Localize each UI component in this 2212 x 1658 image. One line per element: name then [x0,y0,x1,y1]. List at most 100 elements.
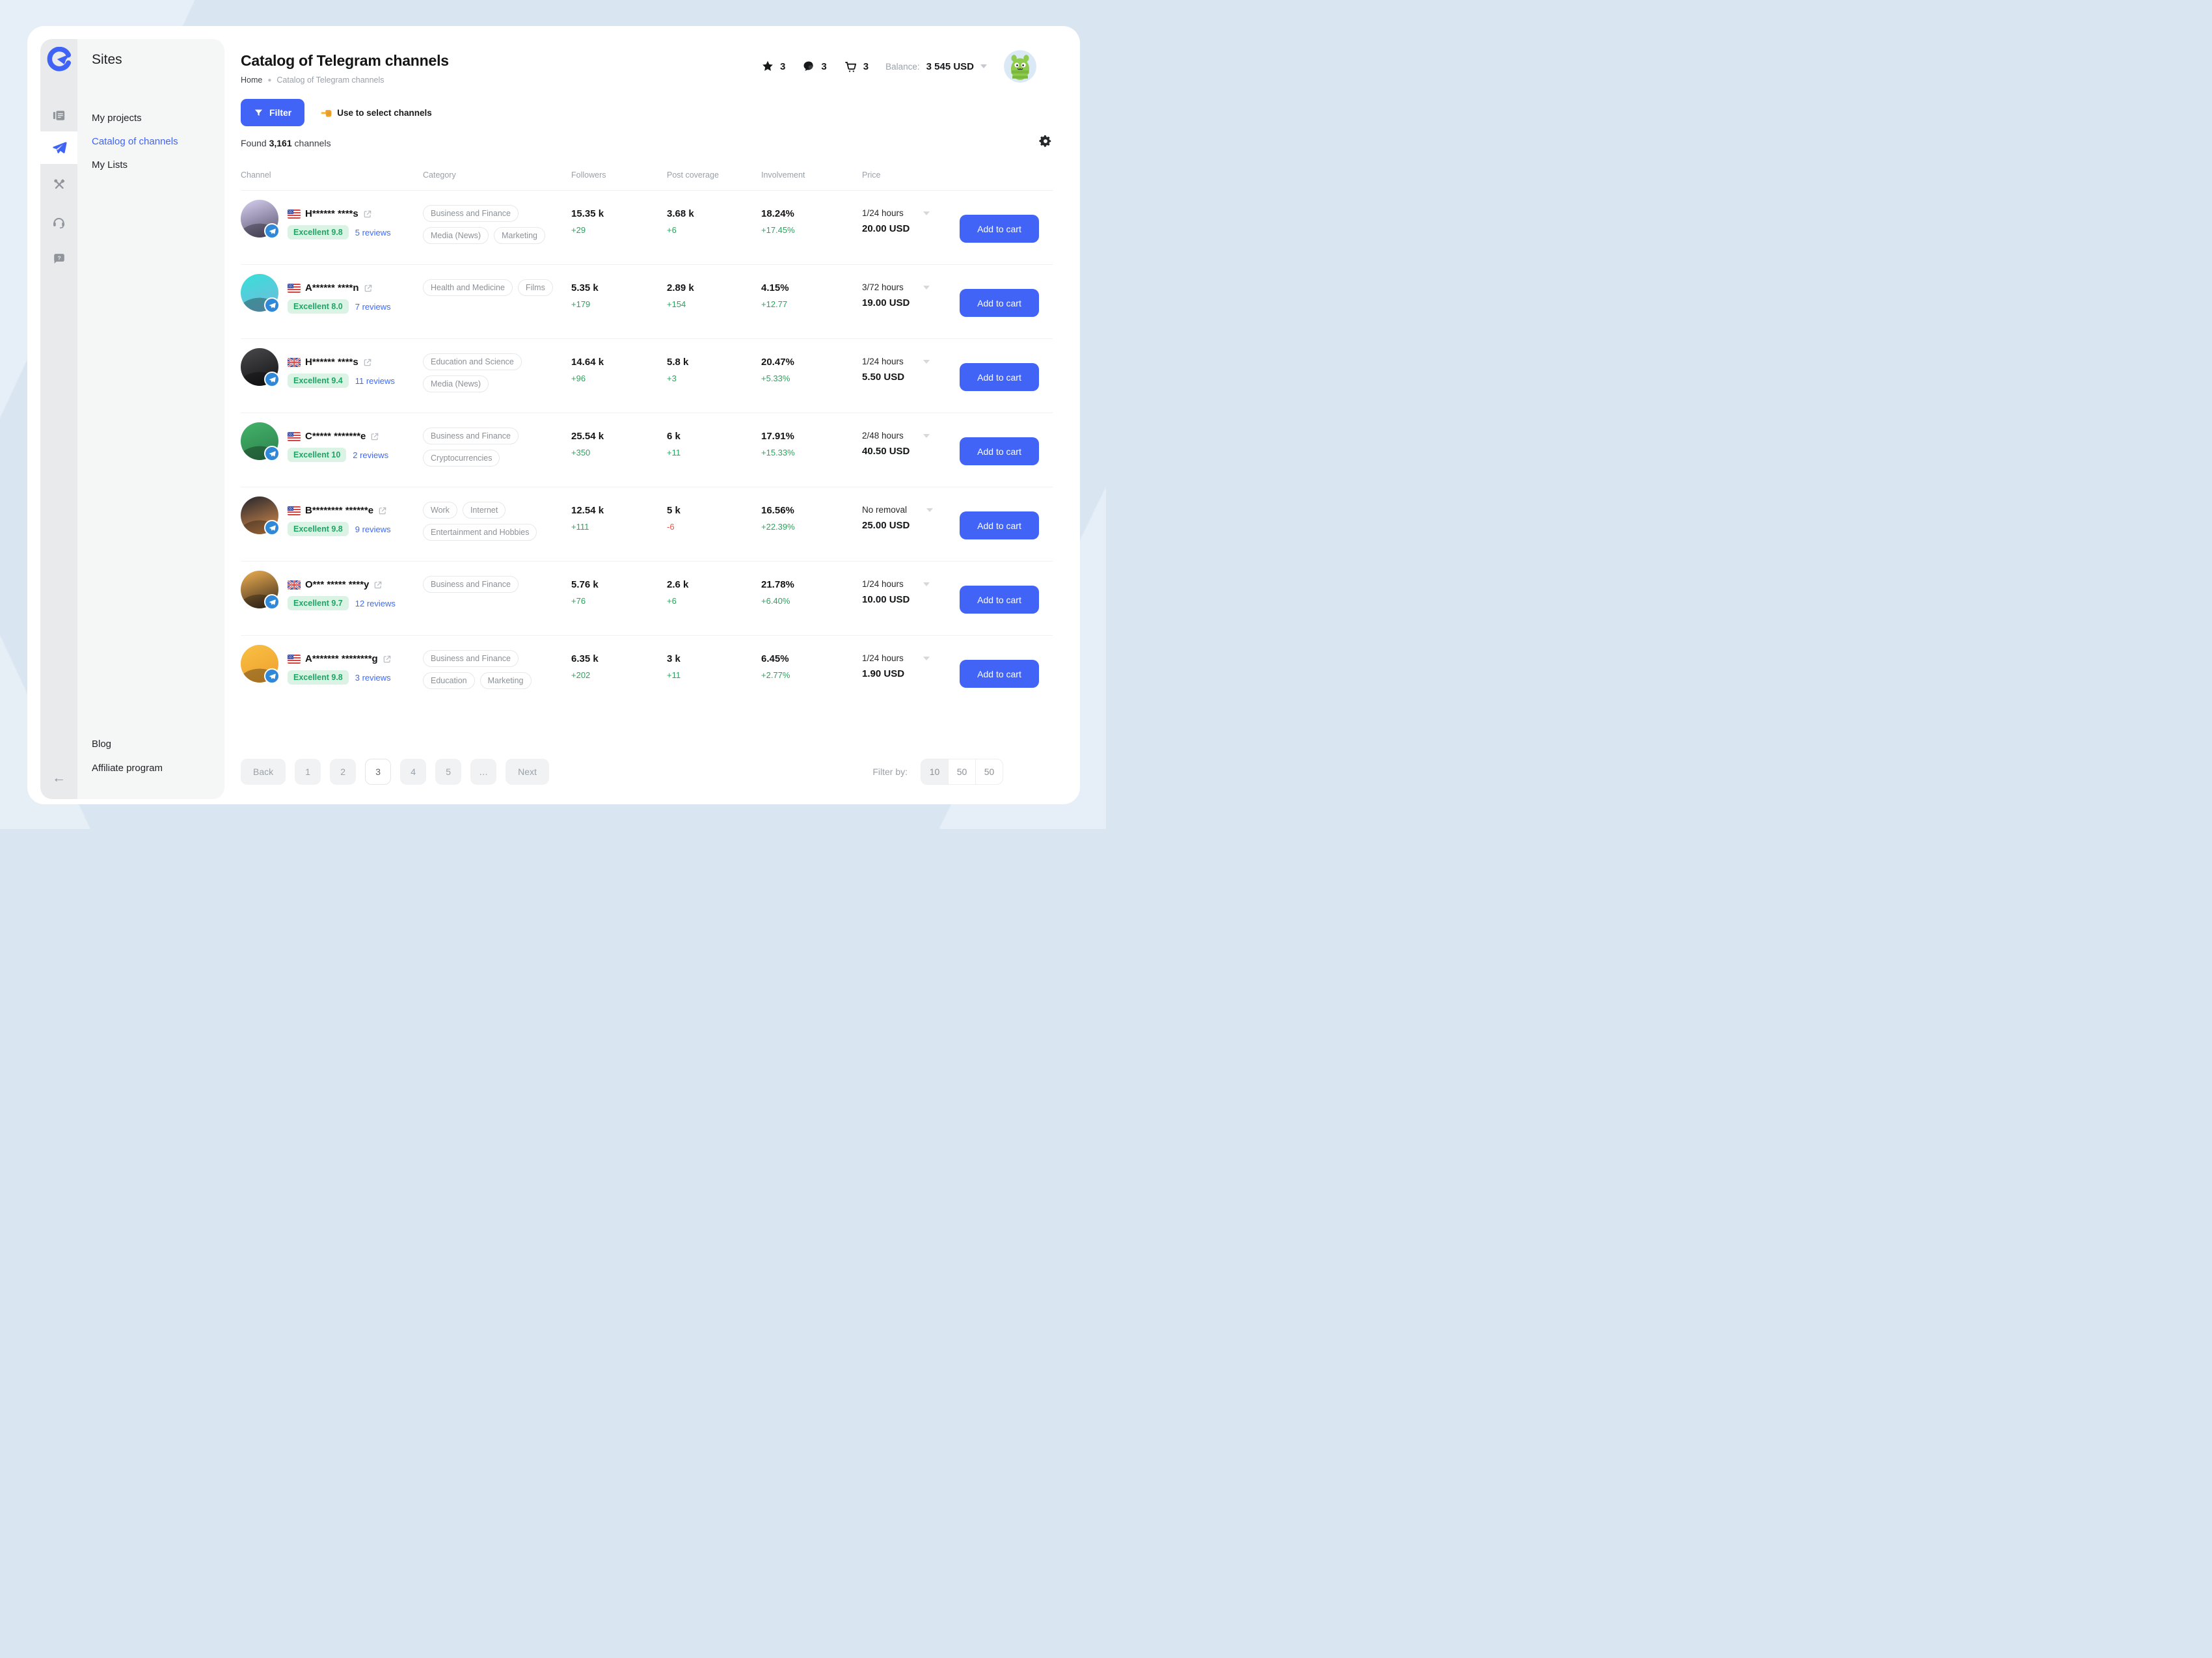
external-link-icon[interactable] [373,580,383,590]
col-followers: Followers [571,170,667,180]
app-logo-icon[interactable] [40,44,77,74]
messages-count: 3 [821,61,826,72]
post-coverage-cell: 3 k +11 [667,636,761,680]
per-page-option-2[interactable]: 50 [976,759,1003,784]
table-settings-gear-icon[interactable] [1038,134,1053,148]
channel-name[interactable]: H****** ****s [305,357,358,368]
channel-avatar [241,422,278,460]
external-link-icon[interactable] [363,358,372,367]
sidebar-item-blog[interactable]: Blog [92,738,163,750]
involvement-value: 18.24% [761,208,862,219]
sidebar-icon-rail: ? ← [40,39,77,799]
add-to-cart-button[interactable]: Add to cart [960,215,1039,243]
channel-name[interactable]: A****** ****n [305,282,359,293]
add-to-cart-button[interactable]: Add to cart [960,586,1039,614]
price-period-dropdown[interactable]: 1/24 hours [862,208,960,218]
chat-icon [802,60,815,73]
filter-button[interactable]: Filter [241,99,304,126]
telegram-icon[interactable] [40,131,77,164]
posts-icon[interactable] [40,99,77,131]
involvement-value: 16.56% [761,505,862,516]
pagination-row: Back12345…Next Filter by: 105050 [241,759,1053,785]
messages-counter[interactable]: 3 [802,60,826,73]
pagination-page-5[interactable]: 5 [435,759,461,785]
pagination-page-4[interactable]: 4 [400,759,426,785]
external-link-icon[interactable] [370,432,379,441]
pagination-page-3[interactable]: 3 [365,759,391,785]
followers-change: +202 [571,670,667,680]
sidebar-item-catalog-of-channels[interactable]: Catalog of channels [92,135,178,148]
favorites-counter[interactable]: 3 [761,60,785,73]
reviews-link[interactable]: 9 reviews [355,524,391,534]
channel-avatar [241,348,278,386]
sidebar-item-affiliate-program[interactable]: Affiliate program [92,762,163,774]
price-period-dropdown[interactable]: 3/72 hours [862,282,960,292]
chevron-down-icon [923,360,930,364]
external-link-icon[interactable] [383,655,392,664]
channel-name[interactable]: H****** ****s [305,208,358,219]
channel-name[interactable]: O*** ***** ****y [305,579,369,590]
actions-cell: Add to cart [960,265,1053,317]
pagination-page-1[interactable]: 1 [295,759,321,785]
coverage-change: +6 [667,225,761,235]
user-avatar[interactable] [1004,50,1036,83]
followers-cell: 6.35 k +202 [571,636,667,680]
reviews-link[interactable]: 3 reviews [355,673,391,683]
involvement-change: +17.45% [761,225,862,235]
external-link-icon[interactable] [378,506,387,515]
breadcrumb-home[interactable]: Home [241,75,262,85]
support-icon[interactable] [40,206,77,238]
col-category: Category [423,170,571,180]
add-to-cart-button[interactable]: Add to cart [960,660,1039,688]
price-amount: 10.00 USD [862,594,960,605]
sidebar-item-my-projects[interactable]: My projects [92,112,178,124]
external-link-icon[interactable] [364,284,373,293]
involvement-cell: 20.47% +5.33% [761,339,862,383]
pagination-back-button[interactable]: Back [241,759,286,785]
per-page-label: Filter by: [872,767,908,777]
add-to-cart-button[interactable]: Add to cart [960,511,1039,539]
involvement-cell: 6.45% +2.77% [761,636,862,680]
channel-name[interactable]: C***** *******e [305,431,366,442]
reviews-link[interactable]: 2 reviews [353,450,388,460]
price-period-dropdown[interactable]: 1/24 hours [862,357,960,366]
external-link-icon[interactable] [363,210,372,219]
reviews-link[interactable]: 11 reviews [355,376,395,386]
price-period-dropdown[interactable]: 1/24 hours [862,579,960,589]
found-summary: Found 3,161 channels [241,138,331,148]
toolbar: Filter Use to select channels [241,99,432,126]
involvement-change: +15.33% [761,448,862,457]
sidebar-item-my-lists[interactable]: My Lists [92,159,178,171]
channel-name[interactable]: B******** ******e [305,505,373,516]
category-tag: Education [423,672,475,689]
price-period-dropdown[interactable]: No removal [862,505,960,515]
add-to-cart-button[interactable]: Add to cart [960,363,1039,391]
per-page-option-1[interactable]: 50 [949,759,976,784]
cart-counter[interactable]: 3 [844,60,869,74]
price-period-dropdown[interactable]: 2/48 hours [862,431,960,441]
app-card: ? ← Sites My projects Catalog of channel… [27,26,1080,804]
help-icon[interactable]: ? [40,242,77,275]
pagination-ellipsis[interactable]: … [470,759,496,785]
per-page-option-0[interactable]: 10 [921,759,949,784]
channel-name[interactable]: A******* ********g [305,653,378,664]
us-flag-icon [288,210,301,219]
collapse-sidebar-back-arrow-icon[interactable]: ← [40,767,77,790]
rating-badge: Excellent 9.7 [288,596,349,610]
pagination-next-button[interactable]: Next [506,759,549,785]
balance-dropdown[interactable]: Balance: 3 545 USD [885,61,987,72]
price-period-dropdown[interactable]: 1/24 hours [862,653,960,663]
price-amount: 20.00 USD [862,223,960,234]
tools-icon[interactable] [40,168,77,200]
reviews-link[interactable]: 12 reviews [355,599,396,608]
price-amount: 25.00 USD [862,520,960,531]
chevron-down-icon [923,582,930,586]
pagination-page-2[interactable]: 2 [330,759,356,785]
reviews-link[interactable]: 5 reviews [355,228,391,238]
sidebar: ? ← Sites My projects Catalog of channel… [40,39,224,799]
reviews-link[interactable]: 7 reviews [355,302,391,312]
sidebar-footer: Blog Affiliate program [92,738,163,774]
add-to-cart-button[interactable]: Add to cart [960,289,1039,317]
followers-change: +179 [571,299,667,309]
add-to-cart-button[interactable]: Add to cart [960,437,1039,465]
